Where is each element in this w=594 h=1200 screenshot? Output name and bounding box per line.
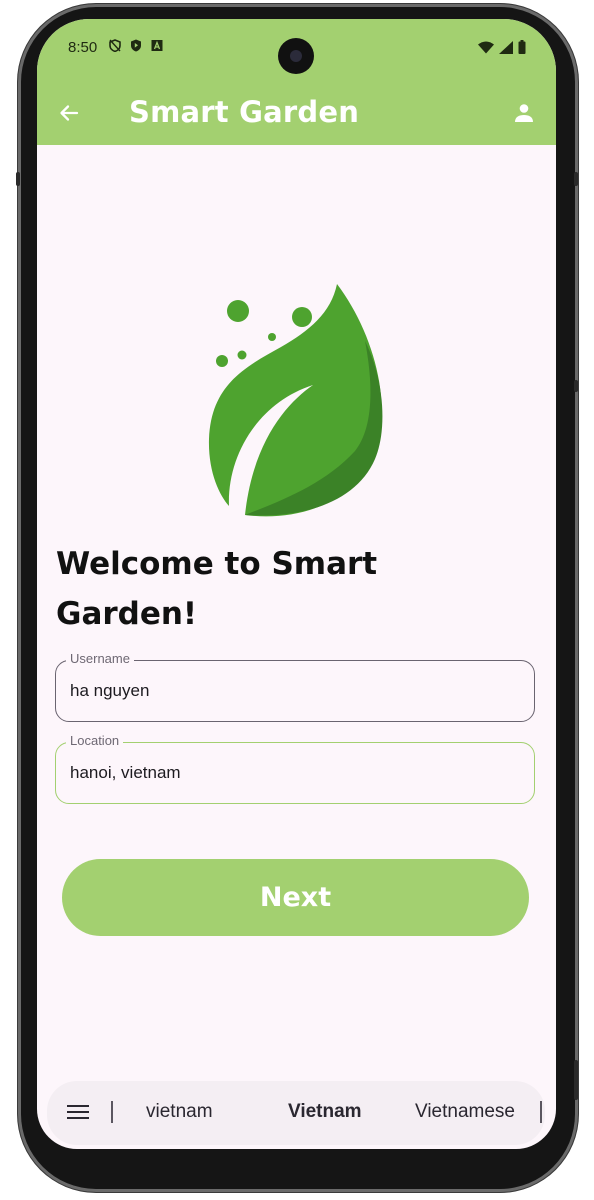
dot — [268, 333, 276, 341]
keyboard-suggestion-bar: vietnam Vietnam Vietnamese — [47, 1081, 545, 1145]
suggestion-item[interactable]: vietnam — [146, 1101, 213, 1123]
shield-off-icon — [109, 39, 121, 52]
location-label: Location — [66, 733, 124, 748]
status-time: 8:50 — [68, 39, 98, 56]
dot — [227, 300, 249, 322]
power-button — [16, 172, 20, 186]
welcome-line-2: Garden! — [56, 596, 198, 632]
location-value[interactable]: hanoi, vietnam — [70, 763, 181, 783]
username-field[interactable]: Username ha nguyen — [55, 651, 535, 722]
person-icon[interactable] — [512, 101, 536, 125]
battery-icon — [518, 40, 526, 54]
welcome-heading: Welcome to Smart Garden! — [56, 539, 476, 639]
username-value[interactable]: ha nguyen — [70, 681, 149, 701]
side-button — [574, 380, 578, 392]
hamburger-icon[interactable] — [67, 1104, 89, 1120]
top-app-bar: 8:50 Smart Garden — [37, 19, 556, 145]
side-button — [574, 1060, 578, 1100]
dot — [292, 307, 312, 327]
a-box-icon — [151, 40, 163, 51]
signal-icon — [499, 40, 513, 54]
app-screen: 8:50 Smart Garden Welcome to Smart Garde… — [37, 19, 556, 1149]
suggestion-item[interactable]: Vietnam — [288, 1101, 362, 1123]
wifi-icon — [478, 41, 494, 53]
play-protect-icon — [131, 39, 141, 52]
welcome-line-1: Welcome to Smart — [56, 546, 378, 582]
next-button[interactable]: Next — [62, 859, 529, 936]
suggestion-divider — [111, 1101, 113, 1123]
suggestion-item[interactable]: Vietnamese — [415, 1101, 515, 1123]
dot — [216, 355, 228, 367]
suggestion-divider — [540, 1101, 542, 1123]
username-label: Username — [66, 651, 134, 666]
arrow-left-icon[interactable] — [57, 101, 81, 125]
app-title: Smart Garden — [129, 95, 360, 129]
volume-button — [574, 172, 578, 186]
location-field[interactable]: Location hanoi, vietnam — [55, 733, 535, 804]
dot — [237, 350, 247, 360]
status-icons-left — [109, 39, 163, 52]
front-camera — [278, 38, 314, 74]
leaf-logo — [208, 284, 383, 517]
status-icons-right — [478, 40, 526, 54]
